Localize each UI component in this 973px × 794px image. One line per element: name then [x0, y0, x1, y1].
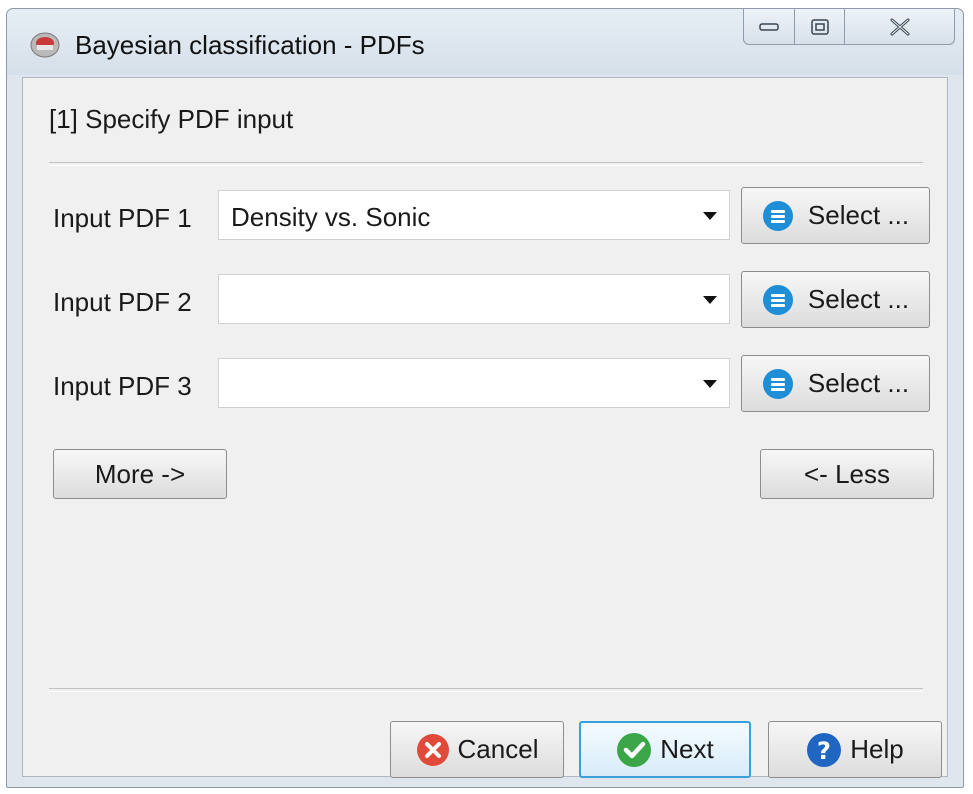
select-pdf-2-label: Select ...	[807, 284, 910, 314]
input-pdf-1-value: Density vs. Sonic	[231, 202, 431, 232]
maximize-icon	[810, 18, 829, 35]
less-button-label: <- Less	[804, 458, 890, 489]
input-pdf-3-combobox[interactable]	[218, 358, 730, 408]
input-pdf-1-label: Input PDF 1	[53, 203, 192, 233]
input-pdf-1-combobox[interactable]: Density vs. Sonic	[218, 190, 730, 240]
window-title: Bayesian classification - PDFs	[75, 30, 425, 60]
dialog-content: [1] Specify PDF input Input PDF 1 Densit…	[22, 77, 948, 778]
step-title: [1] Specify PDF input	[49, 104, 294, 134]
more-button-label: More ->	[94, 458, 186, 489]
cancel-button[interactable]: Cancel	[390, 721, 564, 778]
help-button-label: Help	[850, 734, 904, 764]
select-pdf-1-button[interactable]: Select ...	[741, 187, 930, 244]
select-pdf-2-button[interactable]: Select ...	[741, 271, 930, 328]
dropdown-arrow-icon[interactable]	[703, 212, 717, 220]
cancel-x-icon	[416, 733, 449, 766]
dialog-window: Bayesian classification - PDFs [1] Speci…	[6, 8, 964, 788]
list-icon	[762, 284, 793, 315]
bottom-separator	[49, 688, 923, 692]
select-pdf-3-label: Select ...	[807, 368, 910, 398]
next-button-label: Next	[660, 734, 714, 764]
more-button[interactable]: More ->	[53, 449, 227, 499]
minimize-button[interactable]	[743, 9, 795, 45]
svg-text:?: ?	[817, 737, 831, 765]
input-pdf-3-label: Input PDF 3	[53, 371, 192, 401]
app-logo-icon	[30, 32, 60, 58]
close-icon	[890, 18, 909, 35]
close-button[interactable]	[845, 9, 955, 45]
input-pdf-2-combobox[interactable]	[218, 274, 730, 324]
top-separator	[49, 162, 923, 166]
help-button[interactable]: ? Help	[768, 721, 942, 778]
select-pdf-1-label: Select ...	[807, 200, 910, 230]
checkmark-icon	[617, 732, 652, 767]
question-mark-icon: ?	[807, 732, 842, 767]
dropdown-arrow-icon[interactable]	[703, 296, 717, 304]
list-icon	[762, 368, 793, 399]
window-controls	[743, 9, 955, 45]
dropdown-arrow-icon[interactable]	[703, 380, 717, 388]
maximize-button[interactable]	[795, 9, 845, 45]
next-button[interactable]: Next	[579, 721, 751, 778]
less-button[interactable]: <- Less	[760, 449, 934, 499]
input-pdf-2-label: Input PDF 2	[53, 287, 192, 317]
title-bar[interactable]: Bayesian classification - PDFs	[7, 9, 963, 75]
select-pdf-3-button[interactable]: Select ...	[741, 355, 930, 412]
cancel-button-label: Cancel	[457, 734, 539, 764]
minimize-icon	[759, 22, 779, 31]
list-icon	[762, 200, 793, 231]
